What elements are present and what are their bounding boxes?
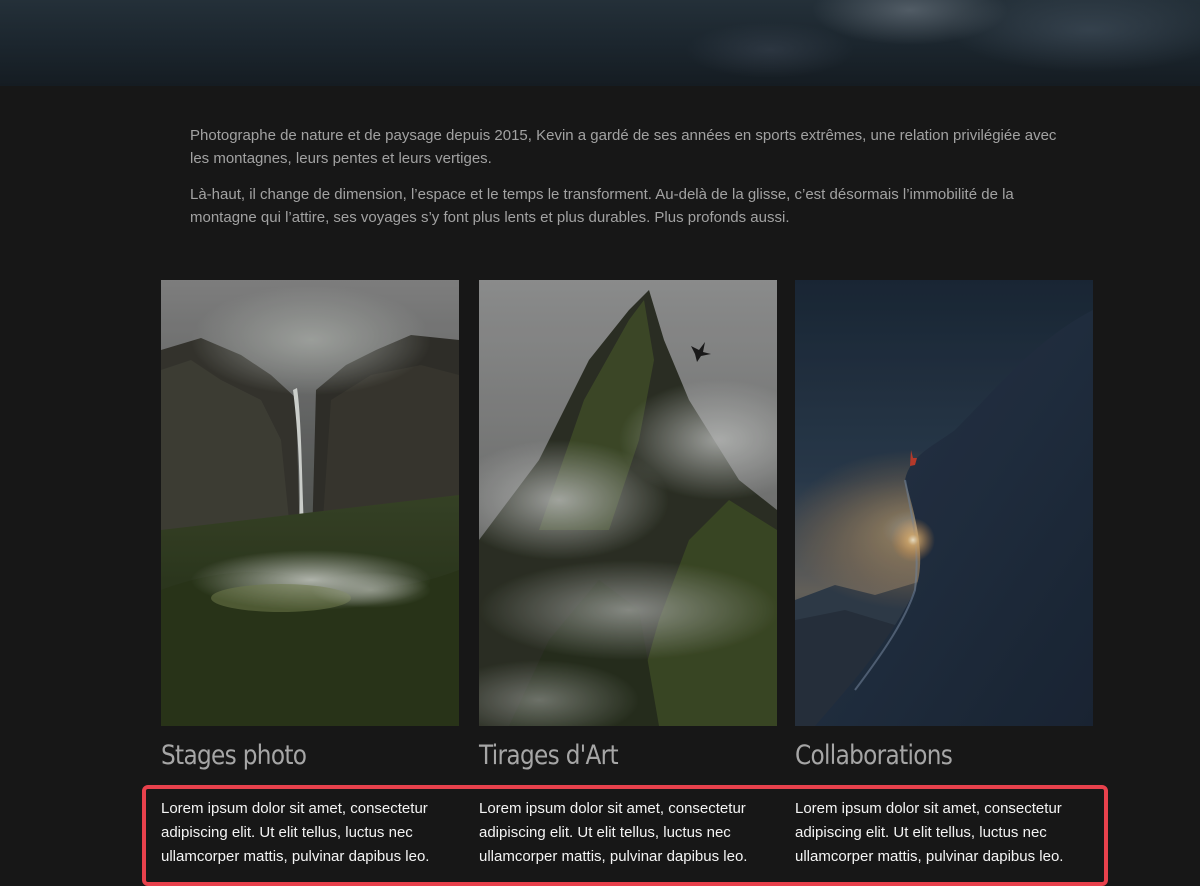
intro-paragraph-2: Là-haut, il change de dimension, l’espac… bbox=[190, 186, 1014, 226]
card-stages-photo[interactable]: Stages photo Lorem ipsum dolor sit amet,… bbox=[161, 280, 459, 865]
card-title[interactable]: Collaborations bbox=[795, 740, 953, 771]
snow-slope-photo[interactable] bbox=[795, 280, 1093, 726]
card-tirages-art[interactable]: Tirages d'Art Lorem ipsum dolor sit amet… bbox=[479, 280, 777, 865]
intro-paragraph-1: Photographe de nature et de paysage depu… bbox=[190, 127, 1057, 167]
page: Photographe de nature et de paysage depu… bbox=[0, 0, 1200, 886]
hero-image bbox=[0, 0, 1200, 86]
card-description: Lorem ipsum dolor sit amet, consectetur … bbox=[795, 800, 1064, 865]
waterfall-photo[interactable] bbox=[161, 280, 459, 726]
intro-section: Photographe de nature et de paysage depu… bbox=[190, 124, 1070, 242]
card-title[interactable]: Stages photo bbox=[161, 740, 307, 771]
card-title[interactable]: Tirages d'Art bbox=[479, 740, 619, 771]
card-description: Lorem ipsum dolor sit amet, consectetur … bbox=[161, 800, 430, 865]
mountain-peak-photo[interactable] bbox=[479, 280, 777, 726]
card-collaborations[interactable]: Collaborations Lorem ipsum dolor sit ame… bbox=[795, 280, 1093, 865]
card-description: Lorem ipsum dolor sit amet, consectetur … bbox=[479, 800, 748, 865]
